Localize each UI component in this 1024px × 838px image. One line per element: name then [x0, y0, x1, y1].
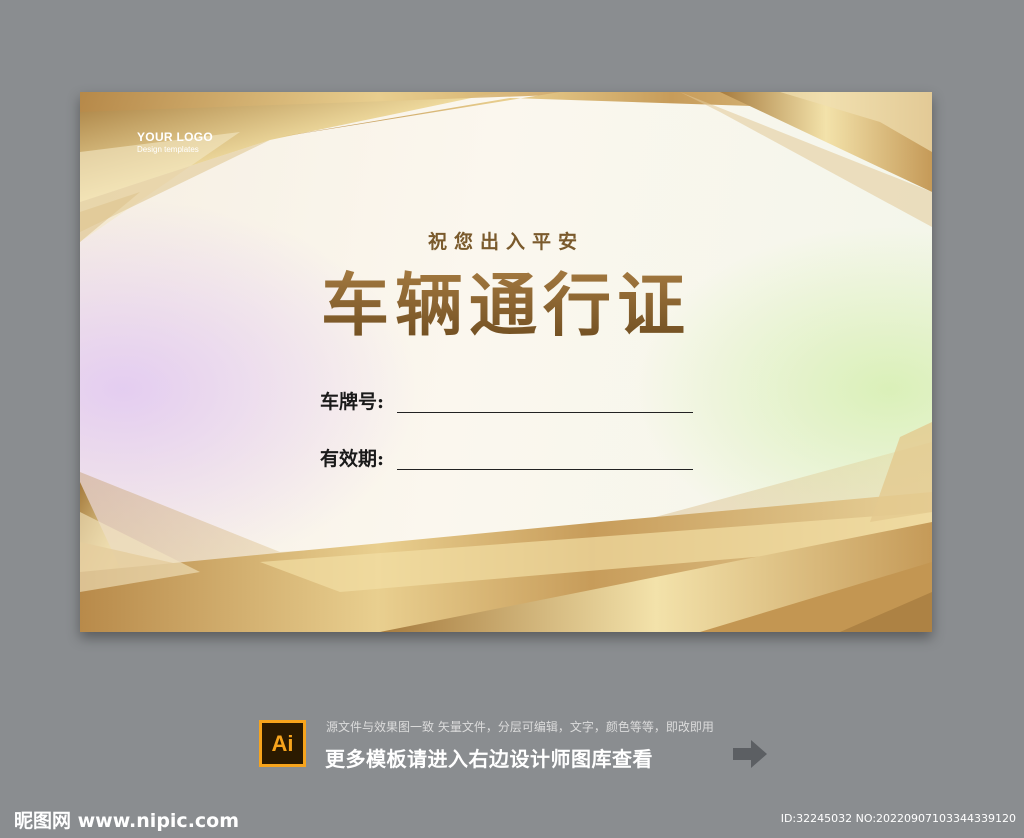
ai-file-icon: Ai	[259, 720, 306, 767]
plate-number-underline	[397, 412, 693, 413]
logo-title: YOUR LOGO	[137, 130, 214, 144]
arrow-right-icon[interactable]	[733, 738, 767, 770]
card-background	[80, 92, 932, 632]
logo-subtitle: Design templates	[137, 145, 199, 154]
footer-more-templates[interactable]: 更多模板请进入右边设计师图库查看	[325, 743, 653, 772]
card-title: 车辆通行证	[80, 250, 932, 349]
validity-label: 有效期:	[320, 448, 385, 470]
site-watermark: 昵图网 www.nipic.com	[14, 810, 240, 832]
plate-number-label: 车牌号:	[320, 391, 385, 413]
pass-card: YOUR LOGO Design templates 祝您出入平安 车辆通行证 …	[80, 92, 932, 632]
validity-underline	[397, 469, 693, 470]
image-id: ID:32245032 NO:20220907103344339120	[780, 812, 1016, 825]
footer-description: 源文件与效果图一致 矢量文件，分层可编辑，文字，颜色等等，即改即用	[326, 720, 714, 734]
